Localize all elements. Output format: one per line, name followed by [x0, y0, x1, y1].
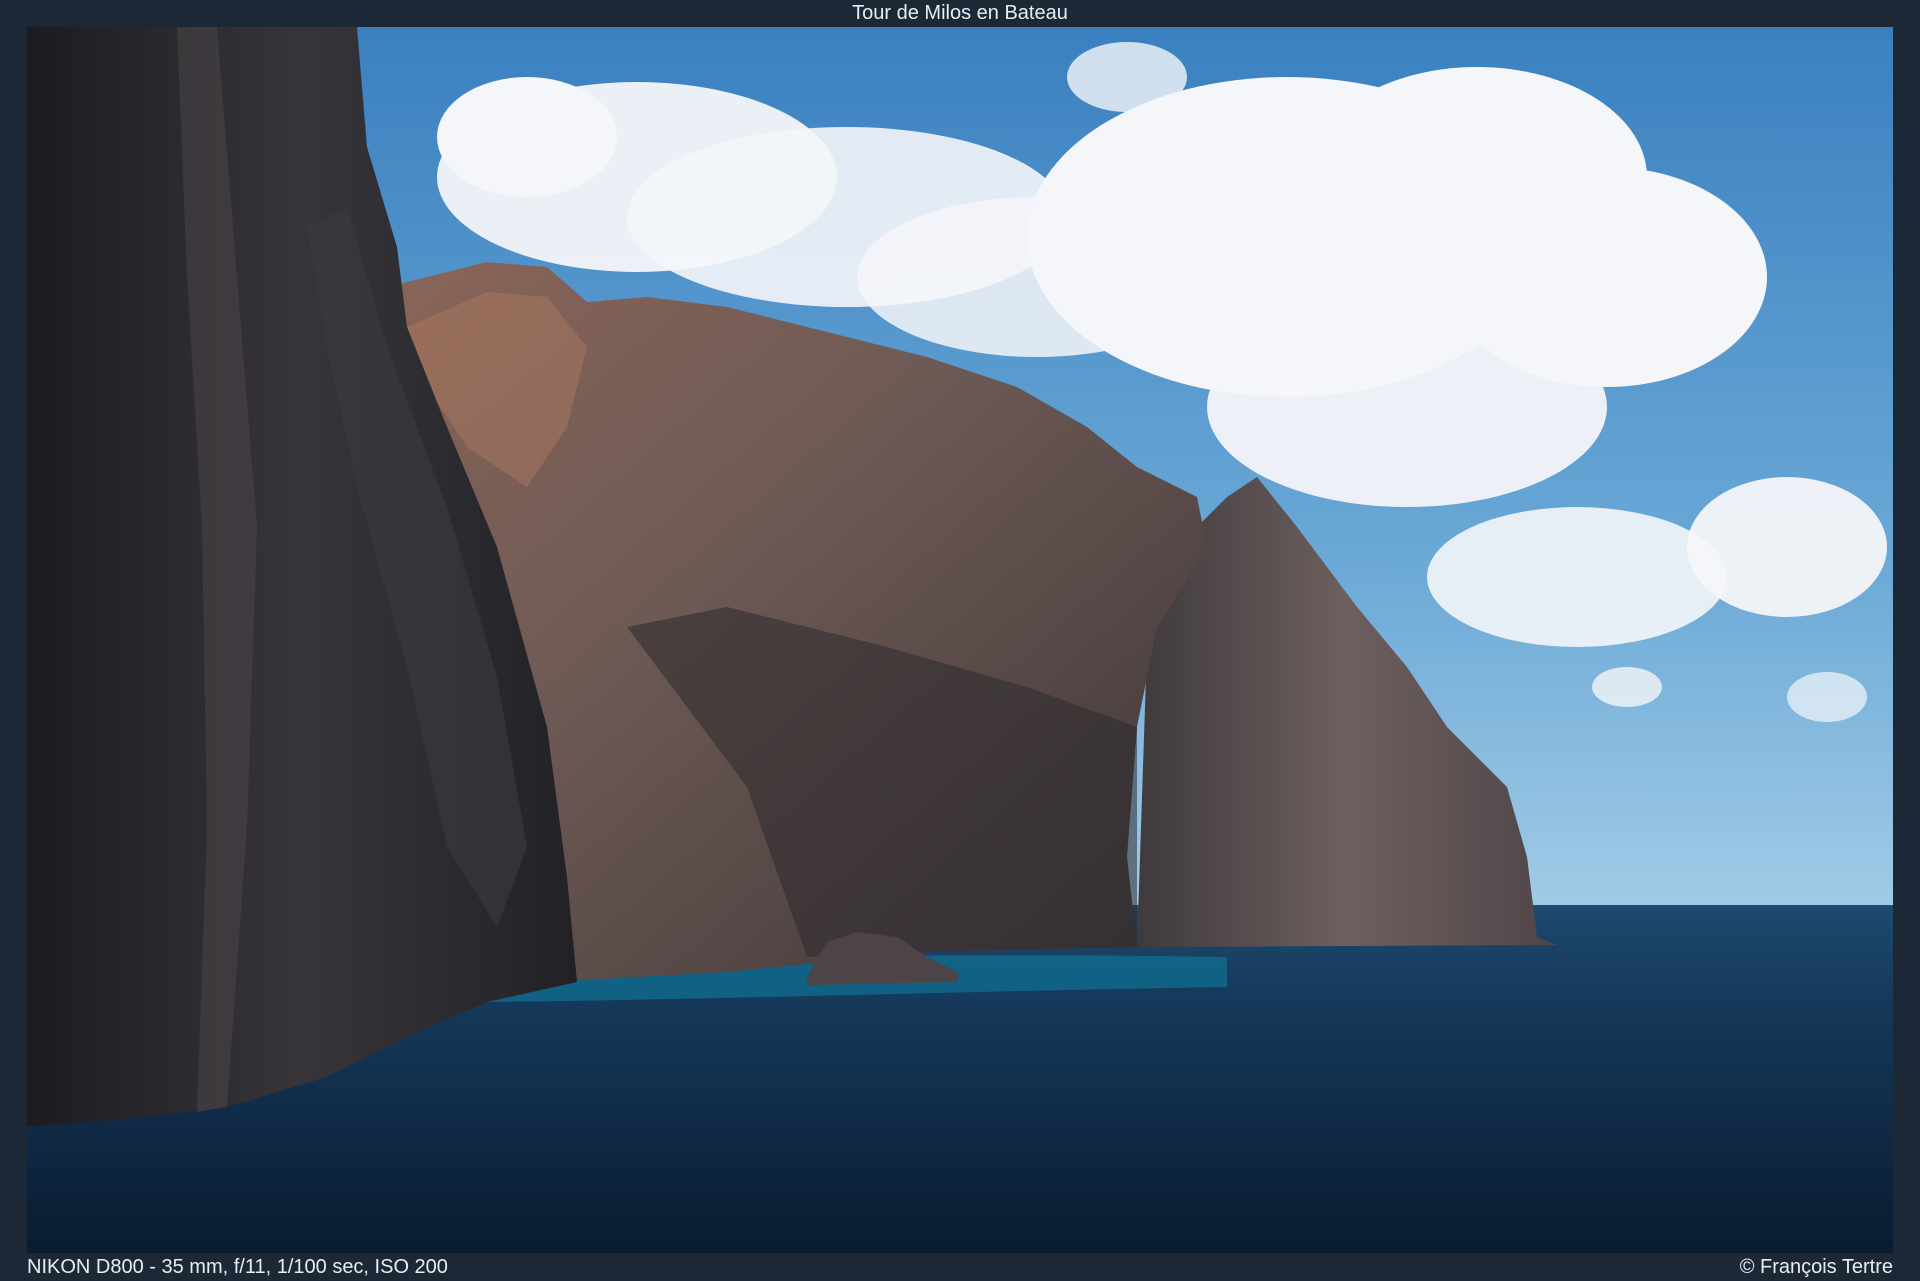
seascape-illustration	[27, 27, 1893, 1253]
caption-bar: NIKON D800 - 35 mm, f/11, 1/100 sec, ISO…	[0, 1253, 1920, 1281]
exif-caption: NIKON D800 - 35 mm, f/11, 1/100 sec, ISO…	[27, 1256, 448, 1278]
photo-title: Tour de Milos en Bateau	[852, 2, 1068, 24]
photo-image	[27, 27, 1893, 1253]
copyright-caption: © François Tertre	[1739, 1256, 1893, 1278]
photo-frame: Tour de Milos en Bateau NIKON D800 - 35 …	[0, 0, 1920, 1281]
